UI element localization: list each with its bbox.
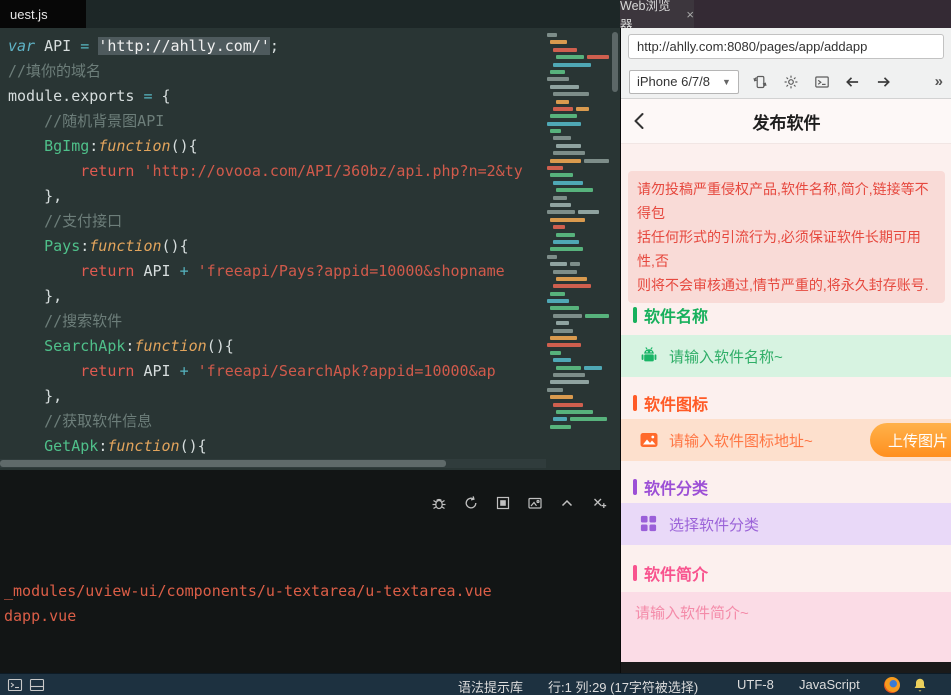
hbuilderx-window: uest.js Web浏览器 × var API = 'http://ahlly… xyxy=(0,0,951,695)
app-name-placeholder: 请输入软件名称~ xyxy=(669,348,783,366)
app-category-placeholder: 选择软件分类 xyxy=(669,516,760,534)
debug-bug-icon[interactable] xyxy=(430,494,447,511)
page-bottom-strip xyxy=(621,662,951,673)
app-name-input[interactable]: 请输入软件名称~ xyxy=(621,335,951,377)
panel-layout-icon[interactable] xyxy=(29,677,45,693)
rotate-device-icon[interactable] xyxy=(750,72,770,92)
app-icon-placeholder: 请输入软件图标地址~ xyxy=(669,432,813,450)
terminal-icon[interactable] xyxy=(7,677,23,693)
section-header-app-intro: 软件简介 xyxy=(633,563,951,584)
mobile-page: 发布软件 请勿投稿严重侵权产品,软件名称,简介,链接等不得包 括任何形式的引流行… xyxy=(621,99,951,673)
app-intro-textarea[interactable]: 请输入软件简介~ xyxy=(621,592,951,673)
console-panel: _modules/uview-ui/components/u-textarea/… xyxy=(0,470,620,673)
url-bar: http://ahlly.com:8080/pages/app/addapp xyxy=(621,28,951,65)
code-editor: var API = 'http://ahlly.com/';//填你的域名 mod… xyxy=(0,28,620,470)
section-header-app-icon: 软件图标 xyxy=(633,393,951,414)
back-chevron-icon[interactable] xyxy=(629,110,651,132)
page-navbar: 发布软件 xyxy=(621,99,951,144)
url-input[interactable]: http://ahlly.com:8080/pages/app/addapp xyxy=(628,34,944,59)
status-bar: 语法提示库 行:1 列:29 (17字符被选择) UTF-8 JavaScrip… xyxy=(0,673,951,695)
vertical-scrollbar-thumb[interactable] xyxy=(612,32,618,92)
console-toolbar xyxy=(430,494,607,511)
stop-icon[interactable] xyxy=(494,494,511,511)
horizontal-scrollbar[interactable] xyxy=(0,459,546,468)
gear-icon[interactable] xyxy=(781,72,801,92)
chevron-down-icon: ▼ xyxy=(722,76,731,87)
warning-line: 请勿投稿严重侵权产品,软件名称,简介,链接等不得包 xyxy=(637,181,929,221)
section-bar xyxy=(633,395,637,411)
device-selector[interactable]: iPhone 6/7/8 ▼ xyxy=(629,69,739,94)
back-arrow-icon[interactable] xyxy=(843,72,863,92)
console-output-line: dapp.vue xyxy=(4,607,77,625)
titlebar-right xyxy=(694,0,951,28)
restart-icon[interactable] xyxy=(462,494,479,511)
minimap[interactable] xyxy=(547,33,609,457)
section-label: 软件简介 xyxy=(644,567,709,584)
snapshot-icon[interactable] xyxy=(526,494,543,511)
close-icon[interactable]: × xyxy=(686,7,694,22)
page-title: 发布软件 xyxy=(752,113,821,133)
tab-web-browser[interactable]: Web浏览器 × xyxy=(620,0,694,32)
firefox-icon[interactable] xyxy=(884,677,900,693)
grid-icon xyxy=(639,514,659,534)
more-tools-button[interactable]: » xyxy=(935,73,943,90)
encoding-status[interactable]: UTF-8 xyxy=(737,677,774,692)
collapse-panel-icon[interactable] xyxy=(558,494,575,511)
device-selector-value: iPhone 6/7/8 xyxy=(637,74,711,89)
code-lines[interactable]: var API = 'http://ahlly.com/';//填你的域名 mod… xyxy=(8,34,546,464)
browser-toolbar: iPhone 6/7/8 ▼ » xyxy=(621,65,951,99)
app-category-select[interactable]: 选择软件分类 xyxy=(621,503,951,545)
section-header-app-name: 软件名称 xyxy=(633,305,951,326)
browser-panel: http://ahlly.com:8080/pages/app/addapp i… xyxy=(620,28,951,673)
devtools-console-icon[interactable] xyxy=(812,72,832,92)
console-output-line: _modules/uview-ui/components/u-textarea/… xyxy=(4,582,492,600)
top-tab-bar: uest.js Web浏览器 × xyxy=(0,0,951,32)
section-bar xyxy=(633,565,637,581)
warning-notice: 请勿投稿严重侵权产品,软件名称,简介,链接等不得包 括任何形式的引流行为,必须保… xyxy=(628,171,945,303)
language-mode-status[interactable]: JavaScript xyxy=(799,677,860,692)
section-bar xyxy=(633,307,637,323)
section-label: 软件分类 xyxy=(644,481,709,498)
section-label: 软件图标 xyxy=(644,397,709,414)
android-icon xyxy=(639,346,659,366)
horizontal-scrollbar-thumb[interactable] xyxy=(0,460,446,467)
app-intro-placeholder: 请输入软件简介~ xyxy=(635,605,749,622)
image-icon xyxy=(639,430,659,450)
warning-line: 则将不会审核通过,情节严重的,将永久封存账号. xyxy=(637,277,929,293)
bell-icon[interactable] xyxy=(912,677,928,693)
upload-image-button[interactable]: 上传图片 xyxy=(869,423,951,457)
tab-editor-file[interactable]: uest.js xyxy=(0,0,86,28)
section-bar xyxy=(633,479,637,495)
forward-arrow-icon[interactable] xyxy=(874,72,894,92)
app-icon-input[interactable]: 请输入软件图标地址~ 上传图片 xyxy=(621,419,951,461)
section-label: 软件名称 xyxy=(644,309,709,326)
warning-line: 括任何形式的引流行为,必须保证软件长期可用性,否 xyxy=(637,229,921,269)
cursor-position-status[interactable]: 行:1 列:29 (17字符被选择) xyxy=(548,677,698,695)
tab-bar-spacer xyxy=(86,0,620,28)
vertical-scrollbar[interactable] xyxy=(612,32,618,462)
section-header-app-category: 软件分类 xyxy=(633,477,951,498)
clear-console-icon[interactable] xyxy=(590,494,607,511)
syntax-library-status[interactable]: 语法提示库 xyxy=(458,677,523,695)
